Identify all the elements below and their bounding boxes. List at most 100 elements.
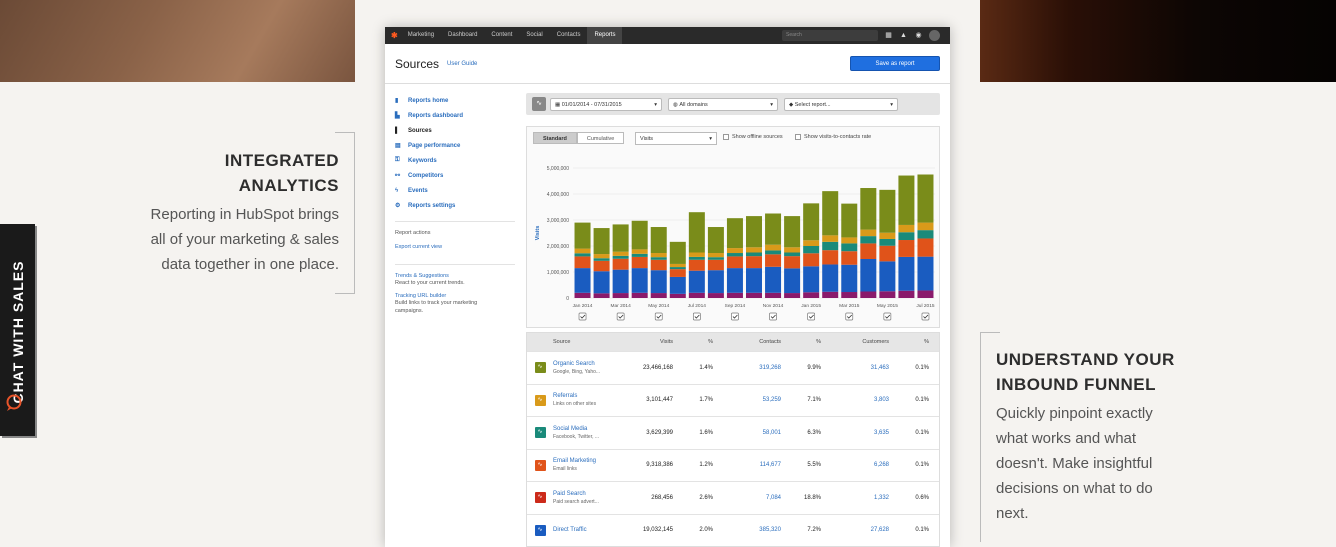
bar-segment (765, 213, 782, 245)
contacts-link[interactable]: 58,001 (713, 430, 781, 436)
academy-icon[interactable]: ▲ (899, 31, 908, 40)
source-color-icon: ∿ (534, 459, 546, 471)
search-input[interactable]: Search (782, 30, 878, 41)
bar-segment (688, 212, 705, 253)
hero-photo-right (980, 0, 1336, 82)
source-name-link[interactable]: Social Media (553, 425, 617, 433)
contacts-link[interactable]: 114,677 (713, 462, 781, 468)
col-pct[interactable]: % (889, 339, 929, 345)
bar-segment (612, 293, 629, 298)
bar-segment (860, 188, 877, 230)
y-tick-label: 4,000,000 (547, 192, 569, 198)
col-visits[interactable]: Visits (617, 339, 673, 345)
trends-description: React to your current trends. (395, 280, 465, 286)
bar-segment (841, 264, 858, 293)
table-body: ∿ Organic Search Google, Bing, Yaho... 23,4… (527, 351, 939, 546)
export-current-view-link[interactable]: Export current view (395, 244, 515, 250)
user-guide-link[interactable]: User Guide (447, 61, 477, 67)
sidebar-item-reports-settings[interactable]: ⚙ Reports settings (395, 198, 515, 213)
nav-marketing[interactable]: Marketing (401, 27, 441, 44)
source-name-link[interactable]: Email Marketing (553, 457, 617, 465)
bar-segment (574, 268, 591, 293)
avatar[interactable] (929, 30, 940, 41)
nav-reports[interactable]: Reports (587, 27, 623, 44)
save-as-report-button[interactable]: Save as report (850, 56, 940, 71)
source-name-link[interactable]: Direct Traffic (553, 526, 617, 534)
customers-link[interactable]: 31,463 (821, 365, 889, 371)
nav-dashboard[interactable]: Dashboard (441, 27, 484, 44)
bar-segment (707, 253, 724, 258)
sidebar-item-competitors[interactable]: ⚯ Competitors (395, 168, 515, 183)
col-contacts[interactable]: Contacts (713, 339, 781, 345)
chat-with-sales-tab[interactable]: CHAT WITH SALES (0, 224, 35, 436)
bar-segment (898, 290, 915, 298)
bar-chart-icon: ▮ (395, 98, 399, 104)
bar-segment (650, 293, 667, 298)
customers-link[interactable]: 6,268 (821, 462, 889, 468)
calendar-icon[interactable]: ▦ (884, 31, 893, 40)
table-row: ∿ Organic Search Google, Bing, Yaho... 23,4… (527, 351, 939, 384)
bar-segment (784, 247, 801, 253)
nav-contacts[interactable]: Contacts (550, 27, 588, 44)
bar-segment (574, 253, 591, 257)
x-tick-label: Mar 2014 (610, 303, 631, 309)
bar-segment (574, 256, 591, 269)
customers-link[interactable]: 3,803 (821, 397, 889, 403)
pulse-icon[interactable]: ∿ (532, 97, 546, 111)
customers-link[interactable]: 1,332 (821, 495, 889, 501)
bar-segment (631, 256, 648, 269)
bar-segment (631, 292, 648, 298)
col-customers[interactable]: Customers (821, 339, 889, 345)
customers-link[interactable]: 3,635 (821, 430, 889, 436)
notifications-icon[interactable]: ◉ (914, 31, 923, 40)
source-name-link[interactable]: Referrals (553, 392, 617, 400)
pct-value: 18.8% (803, 494, 821, 501)
bar-segment (707, 257, 724, 260)
annotation-note-icon (578, 312, 587, 321)
sidebar-item-sources[interactable]: ▌ Sources (395, 123, 515, 138)
bar-segment (879, 189, 896, 233)
x-tick-label: May 2015 (877, 303, 898, 309)
sidebar-item-events[interactable]: ϟ Events (395, 183, 515, 198)
source-name-link[interactable]: Organic Search (553, 360, 617, 368)
bar-segment (803, 266, 820, 293)
x-tick-label: Sep 2014 (725, 303, 746, 309)
col-source[interactable]: Source (553, 338, 617, 346)
bar-segment (917, 290, 934, 298)
contacts-link[interactable]: 7,084 (713, 495, 781, 501)
nav-content[interactable]: Content (484, 27, 519, 44)
sidebar-item-page-performance[interactable]: ▤ Page performance (395, 138, 515, 153)
feature-body-line4: decisions on what to do (996, 480, 1153, 497)
report-select[interactable]: ◆ Select report... ▾ (784, 97, 898, 111)
contacts-link[interactable]: 53,259 (713, 397, 781, 403)
domain-select[interactable]: ◍ All domains ▾ (668, 97, 778, 111)
source-name-link[interactable]: Paid Search (553, 490, 617, 498)
bar-segment (765, 244, 782, 251)
sidebar-item-label: Sources (408, 127, 432, 134)
bar-segment (898, 232, 915, 241)
source-color-icon: ∿ (534, 492, 546, 504)
bar-segment (593, 254, 610, 259)
contacts-link[interactable]: 385,320 (713, 527, 781, 533)
contacts-link[interactable]: 319,268 (713, 365, 781, 371)
col-pct[interactable]: % (781, 339, 821, 345)
bar-segment (803, 253, 820, 267)
sidebar-item-reports-dashboard[interactable]: ▙ Reports dashboard (395, 108, 515, 123)
sidebar-item-reports-home[interactable]: ▮ Reports home (395, 93, 515, 108)
bar-segment (593, 258, 610, 261)
sidebar-item-keywords[interactable]: ⚿ Keywords (395, 153, 515, 168)
bar-segment (879, 232, 896, 239)
customers-link[interactable]: 27,628 (821, 527, 889, 533)
visits-value: 23,466,168 (642, 364, 673, 371)
table-row: ∿ Referrals Links on other sites 3,101,447 1… (527, 383, 939, 417)
sidebar-item-label: Keywords (408, 157, 437, 164)
date-range-select[interactable]: ▦ 01/01/2014 - 07/31/2015 ▾ (550, 97, 662, 111)
bar-segment (593, 293, 610, 298)
bar-segment (612, 269, 629, 294)
nav-social[interactable]: Social (519, 27, 549, 44)
filter-bar: ∿ ▦ 01/01/2014 - 07/31/2015 ▾ ◍ All domai… (526, 93, 940, 115)
hubspot-app-screenshot: ✱ Marketing Dashboard Content Social Con… (385, 27, 950, 547)
sources-table: Source Visits % Contacts % Customers % ∿… (526, 332, 940, 547)
col-pct[interactable]: % (673, 339, 713, 345)
bar-segment (593, 260, 610, 272)
